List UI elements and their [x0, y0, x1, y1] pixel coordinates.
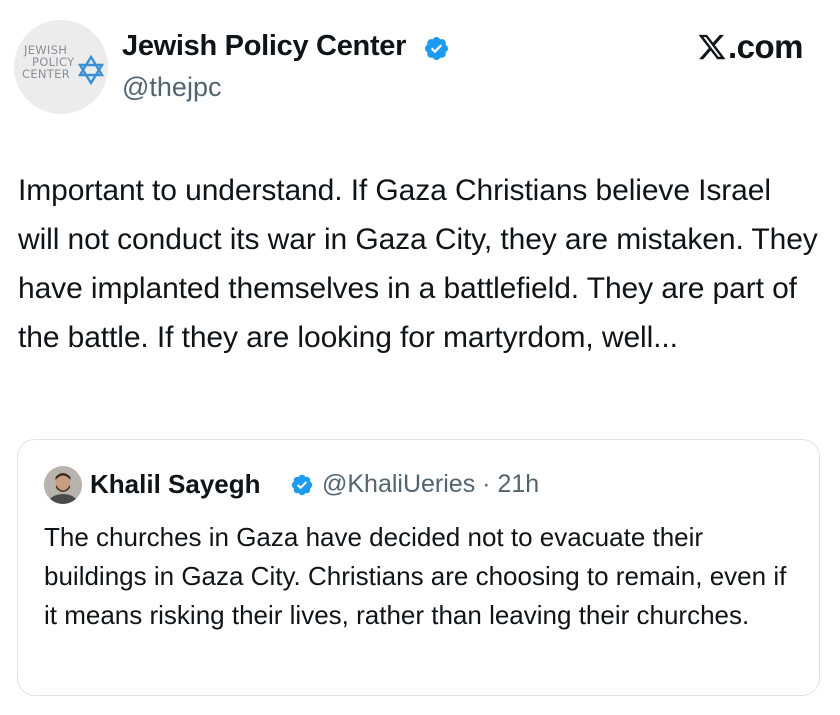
x-logo-icon [698, 34, 726, 60]
profile-avatar[interactable]: JEWISH POLICY CENTER [14, 20, 108, 114]
tweet-card: JEWISH POLICY CENTER Jewish Policy Cente… [0, 0, 840, 715]
verified-badge-icon [291, 474, 313, 496]
user-handle[interactable]: @thejpc [122, 72, 221, 103]
quoted-tweet[interactable]: Khalil Sayegh @KhaliUeries · 21h The chu… [17, 439, 820, 696]
verified-badge-icon [424, 36, 449, 61]
quoted-meta: @KhaliUeries · 21h [322, 470, 539, 499]
person-avatar-icon [44, 466, 82, 504]
quoted-handle[interactable]: @KhaliUeries [322, 470, 475, 498]
quoted-timestamp[interactable]: 21h [497, 470, 539, 498]
source-label: .com [697, 28, 804, 66]
quoted-tweet-text: The churches in Gaza have decided not to… [44, 522, 787, 630]
quoted-display-name[interactable]: Khalil Sayegh [90, 469, 261, 500]
star-of-david-icon [78, 55, 104, 85]
tweet-text: Important to understand. If Gaza Christi… [18, 174, 818, 354]
quoted-user-avatar[interactable] [44, 466, 82, 504]
display-name[interactable]: Jewish Policy Center [122, 30, 406, 63]
logo-text-line-3: CENTER [22, 67, 70, 81]
source-domain: .com [727, 28, 804, 65]
meta-separator: · [482, 470, 491, 498]
